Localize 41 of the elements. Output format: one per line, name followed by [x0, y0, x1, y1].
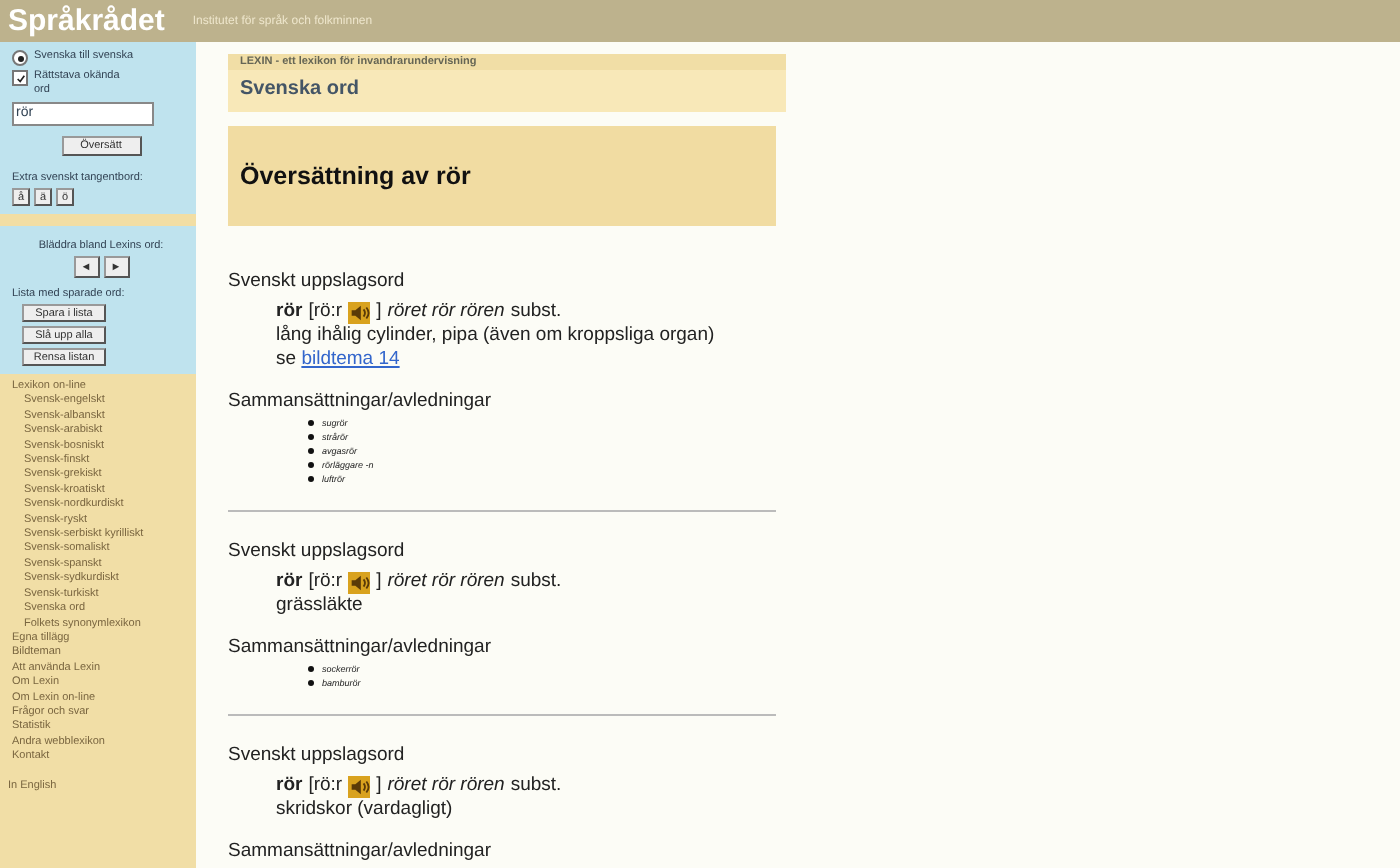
speaker-icon[interactable]	[348, 301, 371, 323]
headword: rör	[276, 570, 303, 594]
inflections: röret rör rören	[387, 570, 505, 594]
entry-label: Svenskt uppslagsord	[228, 540, 407, 564]
theme-link[interactable]: bildtema 14	[301, 348, 400, 370]
pronunciation: [rö:r	[308, 300, 343, 324]
headword: rör	[276, 774, 303, 798]
check-icon	[15, 73, 25, 83]
see-label: se	[276, 348, 297, 370]
bullet-icon	[308, 476, 314, 482]
pronunciation: [rö:r	[308, 570, 343, 594]
speaker-icon[interactable]	[348, 571, 371, 593]
bullet-icon	[308, 462, 314, 468]
bracket: ]	[376, 570, 382, 594]
bullet-icon	[308, 666, 314, 672]
bullet-icon	[308, 680, 314, 686]
section-title: Svenska ord	[240, 78, 359, 100]
checkbox[interactable]	[12, 70, 28, 86]
definition: grässläkte	[276, 594, 365, 618]
inflections: röret rör rören	[387, 774, 505, 798]
definition: skridskor (vardagligt)	[276, 798, 455, 822]
word-class: subst.	[510, 774, 562, 798]
entry-label: Svenskt uppslagsord	[228, 270, 407, 294]
compounds-label: Sammansättningar/avledningar	[228, 840, 493, 864]
bullet-icon	[308, 448, 314, 454]
page-heading: Översättning av rör	[240, 162, 471, 190]
definition: lång ihålig cylinder, pipa (även om kroppsliga organ)	[276, 324, 717, 348]
headword: rör	[276, 300, 303, 324]
radio-button[interactable]	[12, 50, 28, 66]
compounds-label: Sammansättningar/avledningar	[228, 636, 493, 660]
inflections: röret rör rören	[387, 300, 505, 324]
entry-label: Svenskt uppslagsord	[228, 744, 407, 768]
word-class: subst.	[510, 570, 562, 594]
bullet-icon	[308, 420, 314, 426]
compounds-label: Sammansättningar/avledningar	[228, 390, 493, 414]
bracket: ]	[376, 774, 382, 798]
bullet-icon	[308, 434, 314, 440]
speaker-icon[interactable]	[348, 775, 371, 797]
pronunciation: [rö:r	[308, 774, 343, 798]
word-class: subst.	[510, 300, 562, 324]
bracket: ]	[376, 300, 382, 324]
